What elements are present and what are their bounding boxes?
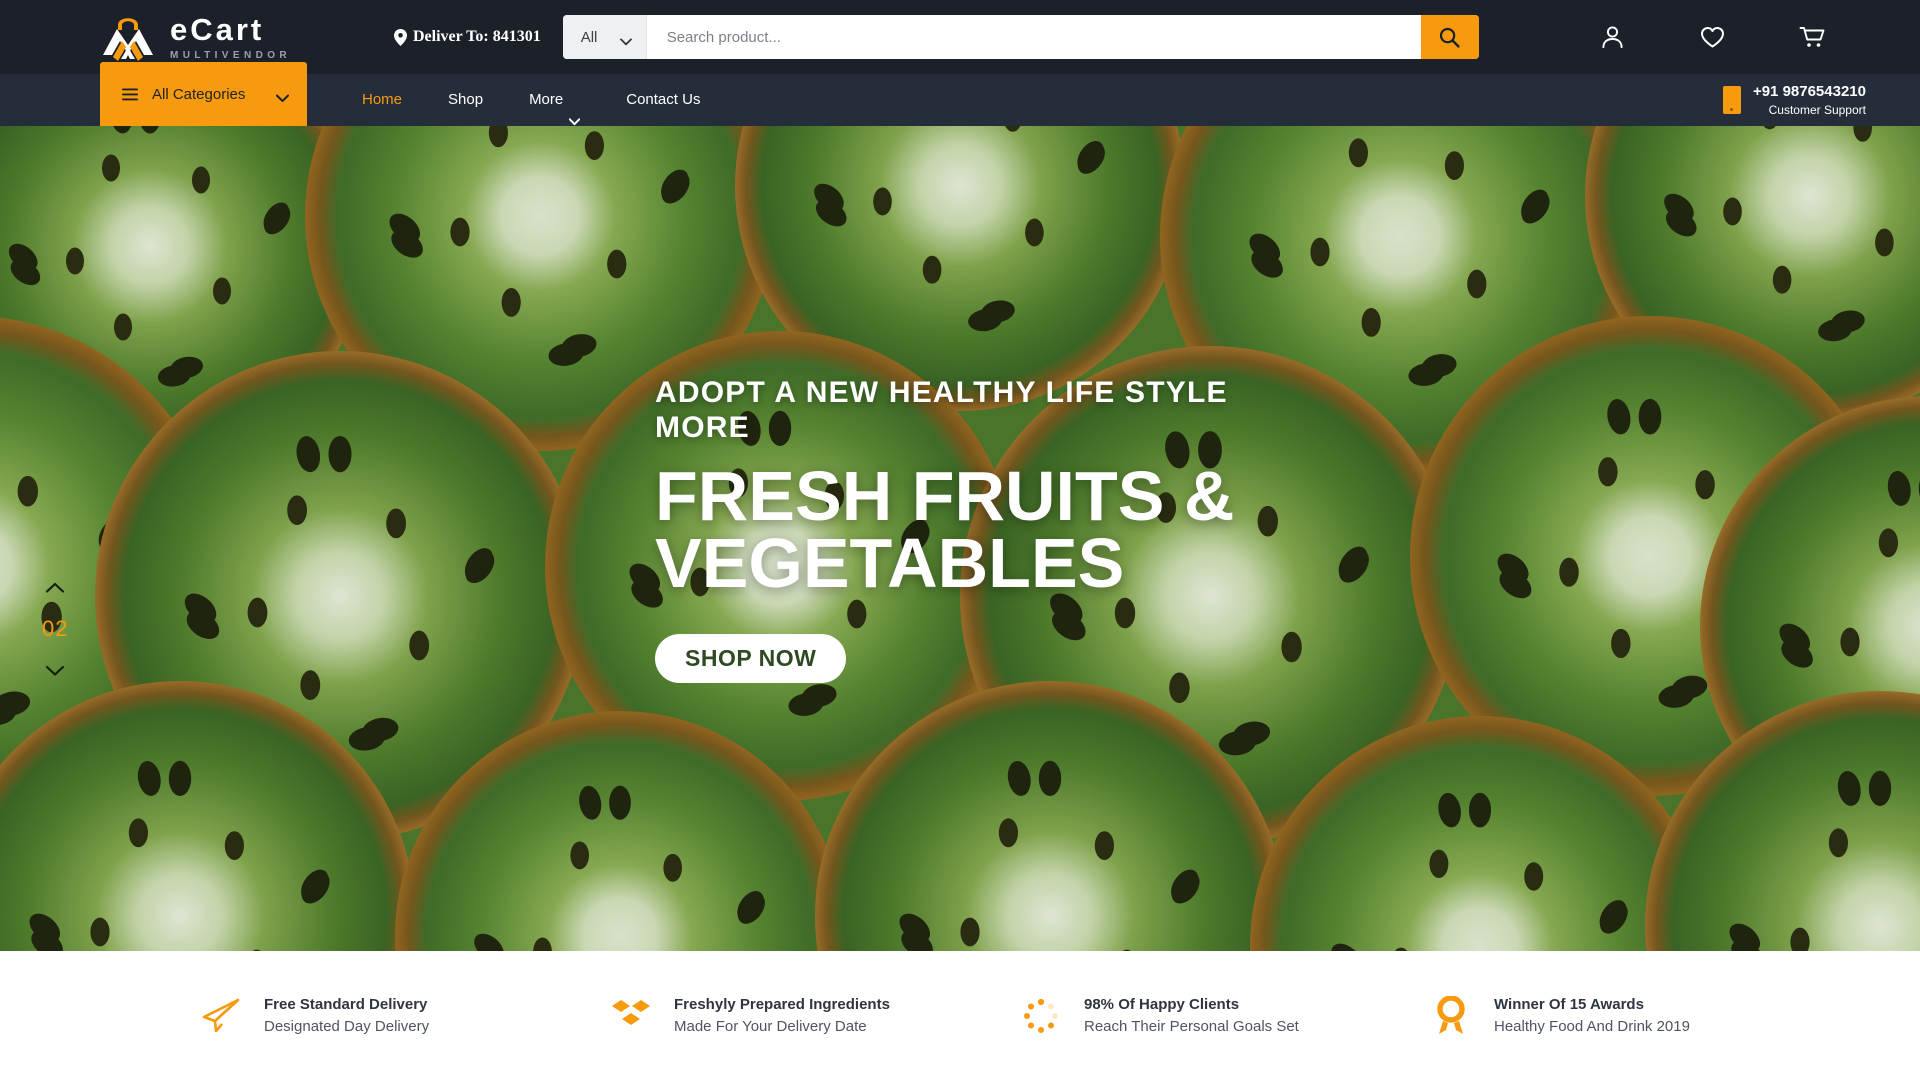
feature-subtitle: Made For Your Delivery Date: [674, 1017, 867, 1035]
feature-subtitle: Reach Their Personal Goals Set: [1084, 1017, 1299, 1035]
wishlist-heart-icon[interactable]: [1662, 26, 1762, 49]
feature-title: Freshyly Prepared Ingredients: [674, 995, 890, 1013]
feature-item: Freshyly Prepared Ingredients Made For Y…: [610, 994, 1020, 1038]
chevron-down-icon: [276, 90, 289, 102]
feature-item: Free Standard Delivery Designated Day De…: [200, 994, 610, 1038]
hero-banner: 02 ADOPT A NEW HEALTHY LIFE STYLE MORE F…: [0, 126, 1920, 951]
feature-item: Winner Of 15 Awards Healthy Food And Dri…: [1430, 994, 1840, 1038]
brand-tagline: MULTIVENDOR: [170, 49, 291, 61]
support-phone-number: +91 9876543210: [1752, 82, 1866, 100]
location-pin-icon: [394, 28, 407, 46]
feature-title: Free Standard Delivery: [264, 995, 428, 1013]
search-bar: All: [562, 15, 1479, 59]
ecart-bag-m-logo-icon: [100, 11, 156, 63]
dot-spinner-icon: [1020, 995, 1062, 1037]
nav-item-contact-us-label: Contact Us: [626, 91, 701, 108]
award-ribbon-icon: [1430, 995, 1472, 1037]
nav-item-home[interactable]: Home: [339, 74, 425, 126]
deliver-to-label: Deliver To: 841301: [413, 28, 541, 45]
diamond-stack-icon: [610, 995, 652, 1037]
feature-item: 98% Of Happy Clients Reach Their Persona…: [1020, 994, 1430, 1038]
shop-now-button[interactable]: SHOP NOW: [655, 634, 847, 683]
nav-item-more[interactable]: More: [506, 74, 603, 126]
hero-content: ADOPT A NEW HEALTHY LIFE STYLE MORE FRES…: [655, 376, 1275, 683]
nav-item-shop[interactable]: Shop: [425, 74, 506, 126]
header-icon-group: [1562, 25, 1920, 49]
support-label: Customer Support: [1768, 103, 1866, 118]
nav-item-shop-label: Shop: [448, 91, 484, 108]
all-categories-button[interactable]: All Categories: [100, 62, 307, 126]
paper-plane-icon: [200, 995, 242, 1037]
hero-title-line-1: FRESH FRUITS &: [655, 457, 1235, 535]
feature-highlights-bar: Free Standard Delivery Designated Day De…: [0, 951, 1920, 1080]
chevron-up-icon[interactable]: [45, 581, 65, 594]
search-category-value: All: [580, 28, 598, 46]
hero-slider-controls: 02: [42, 581, 68, 677]
account-icon[interactable]: [1562, 25, 1662, 49]
cart-icon[interactable]: [1762, 25, 1862, 49]
hero-eyebrow: ADOPT A NEW HEALTHY LIFE STYLE MORE: [655, 376, 1228, 444]
brand-logo[interactable]: eCart MULTIVENDOR: [100, 11, 291, 63]
brand-name: eCart: [170, 11, 265, 47]
feature-subtitle: Designated Day Delivery: [264, 1017, 430, 1035]
feature-title: 98% Of Happy Clients: [1084, 995, 1240, 1013]
nav-item-home-label: Home: [362, 91, 403, 108]
feature-title: Winner Of 15 Awards: [1494, 995, 1644, 1013]
search-icon: [1440, 27, 1460, 48]
all-categories-label: All Categories: [152, 85, 246, 103]
nav-link-list: Home Shop More Contact Us: [339, 74, 723, 126]
hero-title-line-2: VEGETABLES: [655, 523, 1125, 602]
customer-support[interactable]: +91 9876543210 Customer Support: [1722, 74, 1920, 126]
search-submit-button[interactable]: [1420, 15, 1479, 59]
nav-item-contact-us[interactable]: Contact Us: [603, 74, 723, 126]
search-category-select[interactable]: All: [562, 15, 647, 59]
mobile-phone-icon: [1722, 86, 1741, 114]
chevron-down-icon: [619, 33, 632, 46]
chevron-down-icon[interactable]: [45, 664, 65, 677]
main-navigation-bar: All Categories Home Shop More Contact Us: [0, 62, 1920, 126]
chevron-down-icon: [569, 96, 581, 126]
search-input[interactable]: [646, 15, 1421, 59]
hamburger-menu-icon: [122, 88, 138, 101]
deliver-to[interactable]: Deliver To: 841301: [394, 28, 541, 46]
nav-item-more-label: More: [529, 91, 564, 108]
hero-slide-counter: 02: [42, 616, 69, 641]
feature-subtitle: Healthy Food And Drink 2019: [1494, 1017, 1690, 1035]
